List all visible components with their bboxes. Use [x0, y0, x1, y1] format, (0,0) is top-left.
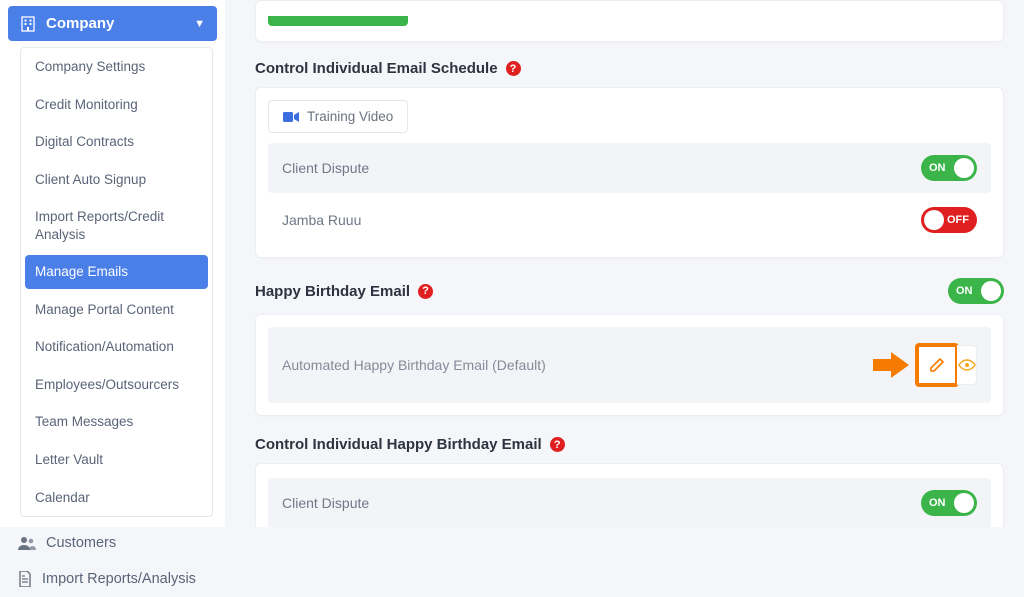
help-icon[interactable]: ? — [506, 61, 521, 76]
sidebar-top-item-label: Import Reports/Analysis — [42, 571, 196, 587]
section-title-control-birthday: Control Individual Happy Birthday Email … — [255, 436, 1004, 453]
chevron-down-icon: ▼ — [194, 18, 205, 30]
toggle-knob-icon — [924, 210, 944, 230]
section-title-text: Control Individual Happy Birthday Email — [255, 436, 542, 453]
document-icon — [18, 571, 32, 587]
sidebar-section-company[interactable]: Company ▼ — [8, 6, 217, 41]
building-icon — [20, 16, 36, 32]
row-label: Client Dispute — [282, 495, 369, 511]
toggle-birthday-email[interactable]: ON — [948, 278, 1004, 304]
section-title-birthday: Happy Birthday Email ? — [255, 283, 433, 300]
pencil-icon — [929, 357, 945, 373]
toggle-knob-icon — [954, 493, 974, 513]
sidebar-item-letter-vault[interactable]: Letter Vault — [21, 441, 212, 479]
section-title-text: Control Individual Email Schedule — [255, 60, 498, 77]
camera-icon — [283, 111, 299, 123]
toggle-label: ON — [929, 162, 946, 174]
sidebar-item-calendar[interactable]: Calendar — [21, 479, 212, 517]
preview-button[interactable] — [957, 345, 977, 385]
sidebar-item-manage-emails[interactable]: Manage Emails — [25, 255, 208, 289]
panel-schedule: Training Video Client Dispute ON Jamba R… — [255, 87, 1004, 258]
toggle-label: ON — [956, 285, 973, 297]
toggle-label: ON — [929, 497, 946, 509]
icon-button-group — [915, 343, 977, 387]
row-label: Client Dispute — [282, 160, 369, 176]
section-title-schedule: Control Individual Email Schedule ? — [255, 60, 1004, 77]
row-label: Jamba Ruuu — [282, 212, 361, 228]
help-icon[interactable]: ? — [550, 437, 565, 452]
sidebar-section-label: Company — [46, 15, 114, 32]
training-video-label: Training Video — [307, 109, 393, 124]
toggle-knob-icon — [954, 158, 974, 178]
previous-card-stub — [255, 0, 1004, 42]
sidebar-item-manage-portal-content[interactable]: Manage Portal Content — [21, 291, 212, 329]
main-content: Control Individual Email Schedule ? Trai… — [225, 0, 1024, 527]
toggle-birthday-client-dispute[interactable]: ON — [921, 490, 977, 516]
training-video-button[interactable]: Training Video — [268, 100, 408, 133]
sidebar-item-client-auto-signup[interactable]: Client Auto Signup — [21, 161, 212, 199]
toggle-client-dispute[interactable]: ON — [921, 155, 977, 181]
section-title-text: Happy Birthday Email — [255, 283, 410, 300]
panel-control-birthday: Client Dispute ON Jamba Ruuu ON — [255, 463, 1004, 527]
sidebar-item-team-messages[interactable]: Team Messages — [21, 403, 212, 441]
automated-label: Automated Happy Birthday Email (Default) — [282, 357, 546, 373]
sidebar-item-employees-outsourcers[interactable]: Employees/Outsourcers — [21, 366, 212, 404]
panel-birthday: Automated Happy Birthday Email (Default) — [255, 314, 1004, 416]
sidebar: Company ▼ Company Settings Credit Monito… — [0, 0, 225, 527]
automated-birthday-row: Automated Happy Birthday Email (Default) — [268, 327, 991, 403]
section-title-birthday-row: Happy Birthday Email ? ON — [255, 278, 1004, 304]
sidebar-item-import-reports-analysis[interactable]: Import Reports/Analysis — [0, 561, 225, 597]
sidebar-top-item-label: Customers — [46, 535, 116, 551]
sidebar-item-company-settings[interactable]: Company Settings — [21, 48, 212, 86]
arrow-right-icon — [873, 352, 909, 378]
users-icon — [18, 536, 36, 550]
sidebar-item-digital-contracts[interactable]: Digital Contracts — [21, 123, 212, 161]
eye-icon — [958, 359, 976, 371]
toggle-label: OFF — [947, 214, 969, 226]
sidebar-item-notification-automation[interactable]: Notification/Automation — [21, 328, 212, 366]
sidebar-submenu: Company Settings Credit Monitoring Digit… — [20, 47, 213, 517]
toggle-knob-icon — [981, 281, 1001, 301]
green-bar-icon — [268, 16, 408, 26]
sidebar-item-credit-monitoring[interactable]: Credit Monitoring — [21, 86, 212, 124]
schedule-row: Client Dispute ON — [268, 143, 991, 193]
edit-button[interactable] — [915, 343, 959, 387]
schedule-row: Jamba Ruuu OFF — [268, 195, 991, 245]
help-icon[interactable]: ? — [418, 284, 433, 299]
birthday-row: Client Dispute ON — [268, 478, 991, 527]
toggle-jamba-ruuu[interactable]: OFF — [921, 207, 977, 233]
sidebar-item-customers[interactable]: Customers — [0, 525, 225, 561]
sidebar-item-import-reports[interactable]: Import Reports/Credit Analysis — [21, 198, 212, 253]
